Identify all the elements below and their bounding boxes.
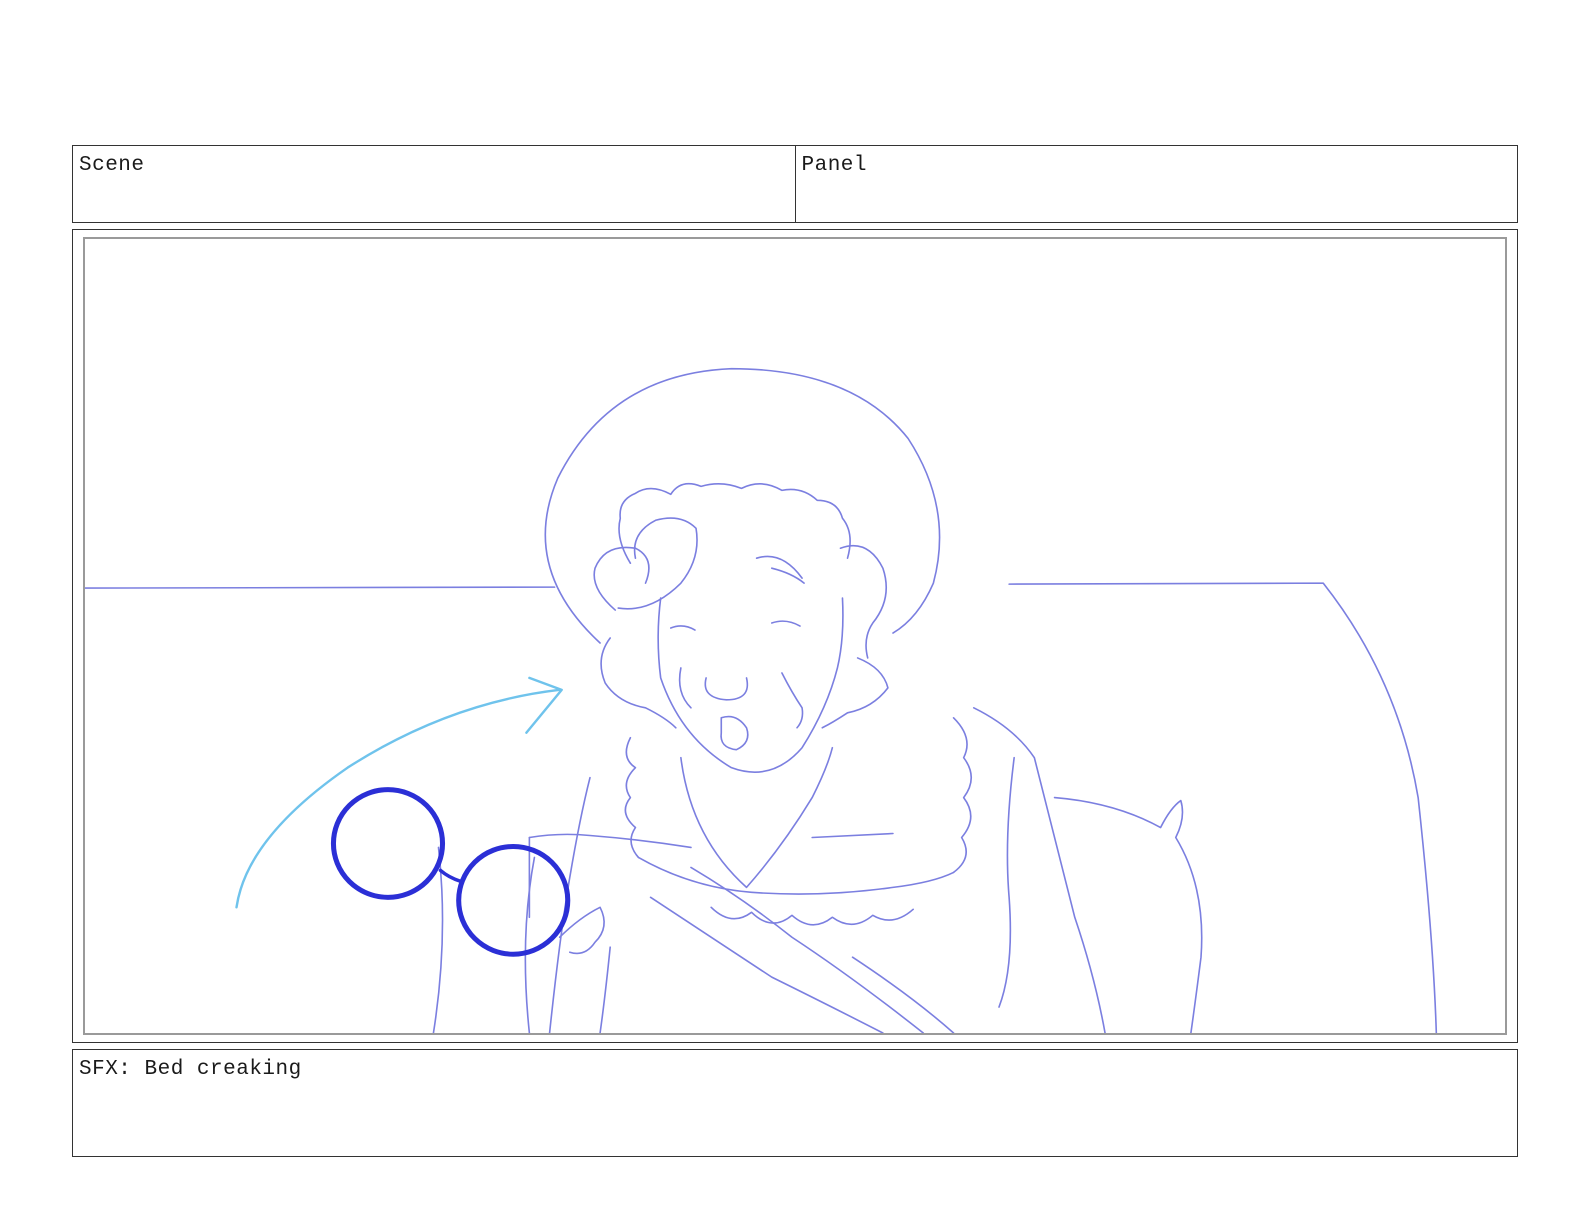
cheek-right xyxy=(781,672,804,729)
collar-scallops xyxy=(710,906,914,926)
panel-cell: Panel xyxy=(794,146,1518,222)
eye-right xyxy=(770,620,801,627)
spectacles-lens-left xyxy=(330,787,446,900)
sleeve-crease xyxy=(599,946,611,1033)
cheek-left xyxy=(678,667,692,709)
motion-arrow xyxy=(235,688,561,909)
storyboard-panel-frame xyxy=(72,229,1518,1043)
spectacles-bridge xyxy=(438,868,463,884)
motion-arrowhead xyxy=(525,676,563,734)
blanket-top xyxy=(528,833,692,849)
brow-right xyxy=(755,555,803,579)
hair-lower-left xyxy=(600,637,677,729)
eye-left xyxy=(669,625,696,631)
scene-cell: Scene xyxy=(73,146,795,222)
body-line-4 xyxy=(851,956,955,1033)
sketch-drawing xyxy=(85,367,1438,1033)
headboard-line-left xyxy=(85,586,556,589)
collar-ruffle-right xyxy=(952,716,973,874)
blanket-fold xyxy=(811,832,894,839)
hair-lower-right xyxy=(821,657,889,729)
pillow-outline xyxy=(1053,796,1203,1033)
body-line-2 xyxy=(690,866,925,1033)
spectacles-lens-right xyxy=(456,843,571,957)
headboard-line-right xyxy=(1008,582,1438,1033)
bonnet-outline xyxy=(544,367,941,644)
collar-bottom xyxy=(637,856,955,895)
bonnet-ruffle xyxy=(618,482,851,564)
mouth xyxy=(720,715,749,751)
scene-label: Scene xyxy=(79,154,145,177)
hair-curl-right xyxy=(839,544,887,659)
hair-curl-left xyxy=(593,546,650,611)
neckline xyxy=(680,746,834,889)
face-outline xyxy=(657,597,844,773)
body-line-1 xyxy=(998,756,1015,1008)
shoulder-right xyxy=(972,707,1106,1033)
sfx-note: SFX: Bed creaking xyxy=(79,1058,302,1081)
storyboard-notes: SFX: Bed creaking xyxy=(72,1049,1518,1157)
nose xyxy=(704,677,749,701)
panel-label: Panel xyxy=(801,154,868,177)
storyboard-panel-drawing-area xyxy=(83,237,1507,1035)
storyboard-header: Scene Panel xyxy=(72,145,1518,223)
